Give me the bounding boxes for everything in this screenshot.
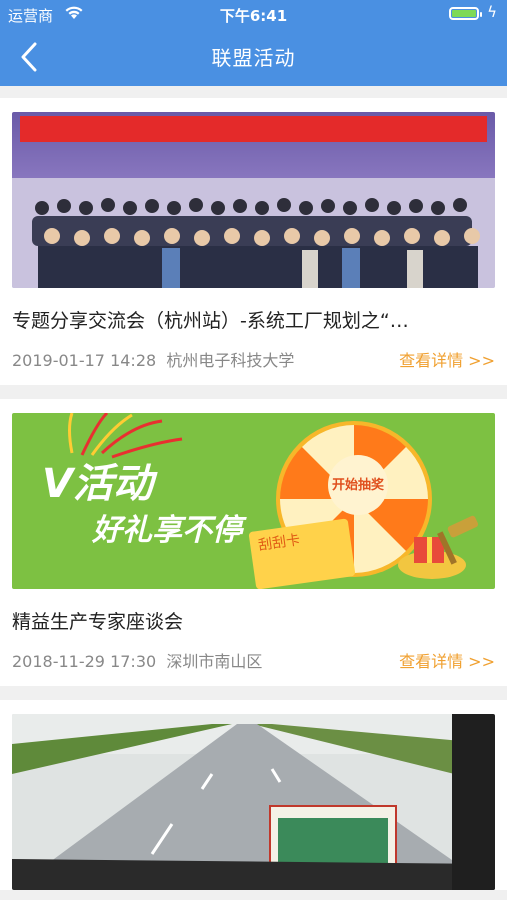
activity-location: 深圳市南山区 — [166, 652, 263, 671]
activity-image: V活动 好礼享不停 开始抽奖 刮刮卡 — [12, 413, 495, 589]
promo-subline: 好礼享不停 — [92, 513, 242, 548]
clock: 下午6:41 — [219, 7, 288, 25]
view-details-link[interactable]: 查看详情 >> — [399, 648, 495, 672]
wheel-center-label: 开始抽奖 — [328, 455, 388, 515]
promo-headline: V活动 — [42, 461, 153, 507]
activity-title: 精益生产专家座谈会 — [12, 611, 184, 633]
nav-bar: 联盟活动 — [0, 28, 507, 86]
activity-list: 专题分享交流会（杭州站）-系统工厂规划之“… 2019-01-17 14:28 … — [0, 98, 507, 900]
view-details-link[interactable]: 查看详情 >> — [399, 347, 495, 371]
page-title: 联盟活动 — [211, 46, 296, 70]
activity-location: 杭州电子科技大学 — [166, 351, 295, 370]
activity-card[interactable] — [0, 700, 507, 890]
road-photo-graphic — [12, 714, 495, 890]
activity-datetime: 2018-11-29 17:30 — [12, 652, 157, 671]
top-bar: 运营商 下午6:41 ϟ 联盟活动 — [0, 0, 507, 86]
activity-image — [12, 112, 495, 288]
group-photo-graphic — [12, 178, 495, 288]
screen: 运营商 下午6:41 ϟ 联盟活动 专题分享交流会（杭州站）-系统工厂规划之“…… — [0, 0, 507, 900]
activity-datetime: 2019-01-17 14:28 — [12, 351, 157, 370]
status-bar: 运营商 下午6:41 ϟ — [0, 0, 507, 28]
event-banner-graphic — [20, 116, 487, 142]
battery-icon — [449, 7, 482, 20]
activity-meta: 2018-11-29 17:30 深圳市南山区 查看详情 >> — [12, 634, 495, 686]
activity-datetime-location: 2018-11-29 17:30 深圳市南山区 — [12, 648, 262, 672]
gift-and-gavel-graphic — [398, 515, 479, 579]
activity-card[interactable]: V活动 好礼享不停 开始抽奖 刮刮卡 精益生产专家座谈会 2018-11-29 … — [0, 399, 507, 686]
activity-title: 专题分享交流会（杭州站）-系统工厂规划之“… — [12, 310, 409, 332]
charging-icon: ϟ — [487, 3, 497, 21]
activity-datetime-location: 2019-01-17 14:28 杭州电子科技大学 — [12, 347, 294, 371]
activity-image — [12, 714, 495, 890]
activity-meta: 2019-01-17 14:28 杭州电子科技大学 查看详情 >> — [12, 333, 495, 385]
activity-card[interactable]: 专题分享交流会（杭州站）-系统工厂规划之“… 2019-01-17 14:28 … — [0, 98, 507, 385]
